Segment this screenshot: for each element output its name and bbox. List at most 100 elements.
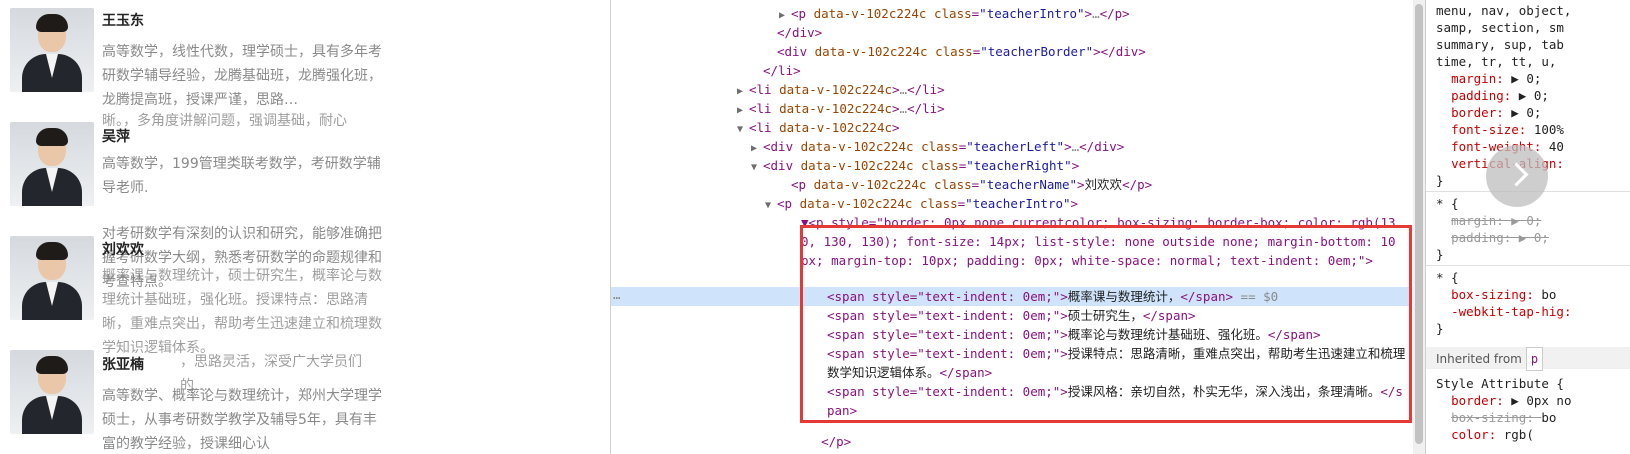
style-property[interactable]: margin: ▶ 0; xyxy=(1436,70,1541,87)
dom-token: data-v-102c224c xyxy=(800,158,922,173)
dom-token: ></div> xyxy=(1093,44,1146,59)
style-attribute-selector[interactable]: Style Attribute { xyxy=(1436,375,1564,392)
style-token: padding: xyxy=(1451,88,1519,103)
dom-node[interactable]: <div data-v-102c224c class="teacherBorde… xyxy=(765,42,1426,61)
dom-token: </div> xyxy=(777,25,823,40)
dom-token: > xyxy=(1084,6,1093,21)
style-property[interactable]: border: ▶ 0px no xyxy=(1436,392,1572,409)
dom-node[interactable]: </div> xyxy=(765,23,1426,42)
node-actions-dots[interactable]: … xyxy=(613,287,621,302)
dom-token: 刘欢欢 xyxy=(1084,177,1123,192)
dom-token: class xyxy=(920,196,958,211)
rule-selector[interactable]: * { xyxy=(1436,195,1459,212)
dom-token: > xyxy=(1070,196,1079,211)
collapse-triangle-icon[interactable]: ▼ xyxy=(765,196,777,215)
rule-close[interactable]: } xyxy=(1436,246,1444,263)
page-preview: 王玉东 高等数学，线性代数，理学硕士，具有多年考研数学辅导经验，龙腾基础班，龙腾… xyxy=(0,0,401,454)
style-token xyxy=(1436,410,1451,425)
dom-node[interactable]: ▶ <li data-v-102c224c>…</li> xyxy=(737,80,1426,99)
dom-token: <p xyxy=(777,196,800,211)
dom-token: </li> xyxy=(907,101,945,116)
teacher-photo xyxy=(10,236,94,320)
teacher-name: 张亚楠 xyxy=(102,357,144,373)
style-token: ▶ 0px no xyxy=(1511,393,1572,408)
dom-token: data-v-102c224c xyxy=(814,44,936,59)
dom-token: "teacherLeft" xyxy=(966,139,1065,154)
rule-selector[interactable]: summary, sup, tab xyxy=(1436,36,1564,53)
style-property[interactable]: color: rgb( xyxy=(1436,426,1534,443)
style-token: box-sizing: xyxy=(1451,410,1542,425)
p-close-tag: </p> xyxy=(821,434,852,449)
style-token xyxy=(1436,71,1451,86)
style-property-overridden[interactable]: margin: ▶ 0; xyxy=(1436,212,1541,229)
dom-token: "teacherBorder" xyxy=(980,44,1094,59)
style-token xyxy=(1436,393,1451,408)
style-property[interactable]: padding: ▶ 0; xyxy=(1436,87,1549,104)
rule-selector[interactable]: menu, nav, object, xyxy=(1436,2,1571,19)
style-token: font-size: xyxy=(1451,122,1534,137)
rule-separator xyxy=(1426,265,1630,266)
style-token: margin: ▶ 0; xyxy=(1451,213,1542,228)
style-property[interactable]: font-size: 100% xyxy=(1436,121,1564,138)
dom-node[interactable]: ▼ <div data-v-102c224c class="teacherRigh… xyxy=(751,156,1426,175)
dom-token: … xyxy=(899,101,908,116)
dom-token: <p xyxy=(791,6,814,21)
dom-node[interactable]: ▶ <li data-v-102c224c>…</li> xyxy=(737,99,1426,118)
annotation-highlight-box xyxy=(800,225,1412,423)
style-token: 100% xyxy=(1533,122,1564,137)
style-token: border: xyxy=(1451,105,1512,120)
dom-token: data-v-102c224c xyxy=(779,120,892,135)
inherited-from-header: Inherited from p xyxy=(1426,347,1630,371)
dom-node[interactable]: ▶ <p data-v-102c224c class="teacherIntro"… xyxy=(779,4,1426,23)
dom-node[interactable]: </li> xyxy=(751,61,1426,80)
dom-token: "teacherIntro" xyxy=(979,6,1085,21)
rule-selector[interactable]: samp, section, sm xyxy=(1436,19,1564,36)
dom-token: "teacherIntro" xyxy=(965,196,1071,211)
dom-node[interactable]: ▼ <p data-v-102c224c class="teacherIntro"… xyxy=(765,194,1426,213)
rule-close[interactable]: } xyxy=(1436,172,1444,189)
dom-token: </li> xyxy=(907,82,945,97)
style-token xyxy=(1436,139,1451,154)
style-property[interactable]: box-sizing: bo xyxy=(1436,286,1556,303)
dom-token: </li> xyxy=(763,63,801,78)
dom-token: > xyxy=(892,82,900,97)
style-property[interactable]: -webkit-tap-hig: xyxy=(1436,303,1579,320)
teacher-photo xyxy=(10,8,94,92)
rule-selector[interactable]: * { xyxy=(1436,269,1459,286)
dom-node[interactable]: ▼ <li data-v-102c224c> xyxy=(737,118,1426,137)
teacher-card[interactable]: 张亚楠 ，思路灵活，深受广大学员们的… 高等数学、概率论与数理统计，郑州大学理学… xyxy=(0,336,400,454)
dom-token: class xyxy=(921,139,959,154)
collapse-triangle-icon[interactable]: ▼ xyxy=(737,120,749,139)
inherited-element-chip[interactable]: p xyxy=(1525,347,1544,371)
style-property[interactable]: border: ▶ 0; xyxy=(1436,104,1541,121)
style-token: * { xyxy=(1436,270,1459,285)
styles-pane[interactable]: menu, nav, object, samp, section, sm summa… xyxy=(1425,0,1630,454)
dom-token: class xyxy=(934,6,972,21)
dom-token: data-v-102c224c xyxy=(779,101,892,116)
style-token xyxy=(1436,105,1451,120)
style-property-overridden[interactable]: padding: ▶ 0; xyxy=(1436,229,1549,246)
next-arrow-button[interactable] xyxy=(1486,145,1548,207)
dom-token: > xyxy=(1064,139,1072,154)
style-token xyxy=(1436,213,1451,228)
dom-token: <li xyxy=(749,120,780,135)
style-property[interactable]: box-sizing: bo xyxy=(1436,409,1556,426)
style-token: ▶ 0; xyxy=(1511,71,1542,86)
rule-selector[interactable]: time, tr, tt, u, xyxy=(1436,53,1556,70)
style-token: } xyxy=(1436,321,1444,336)
teacher-name: 刘欢欢 xyxy=(102,242,144,258)
dom-node[interactable]: ▶ <div data-v-102c224c class="teacherLeft… xyxy=(751,137,1426,156)
teacher-intro: 高等数学、概率论与数理统计，郑州大学理学硕士，从事考研数学教学及辅导5年，具有丰… xyxy=(102,388,382,452)
dom-token: "teacherRight" xyxy=(966,158,1072,173)
dom-node[interactable]: <p data-v-102c224c class="teacherName">刘… xyxy=(779,175,1426,194)
style-token xyxy=(1436,304,1451,319)
dom-token: class xyxy=(934,177,972,192)
rule-close[interactable]: } xyxy=(1436,320,1444,337)
collapse-triangle-icon[interactable]: ▼ xyxy=(751,158,763,177)
teacher-intro: 高等数学，线性代数，理学硕士，具有多年考研数学辅导经验，龙腾基础班，龙腾强化班，… xyxy=(102,44,382,108)
preview-blank-area xyxy=(400,0,610,454)
dom-token: </div> xyxy=(1079,139,1125,154)
style-token: rgb( xyxy=(1503,427,1534,442)
dom-token: > xyxy=(1071,158,1080,173)
elements-scrollbar[interactable] xyxy=(1413,0,1425,454)
